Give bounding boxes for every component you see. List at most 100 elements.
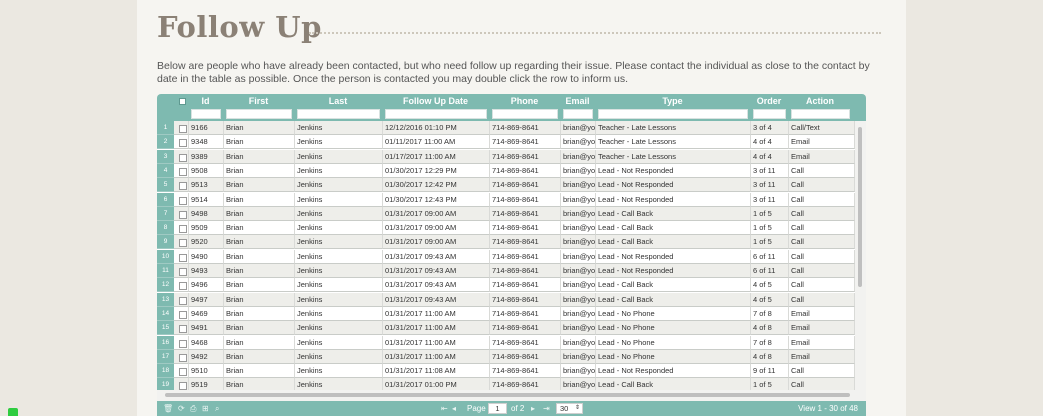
trash-icon[interactable]: 🗑	[163, 401, 173, 416]
row-number: 12	[157, 278, 174, 293]
row-checkbox[interactable]	[179, 182, 187, 191]
cell-first: Brian	[224, 292, 295, 307]
filter-first-input[interactable]	[226, 109, 292, 119]
cell-phone: 714-869-8641	[490, 335, 561, 350]
cell-type: Lead - No Phone	[596, 306, 751, 321]
table-row[interactable]: 6 9514 Brian Jenkins 01/30/2017 12:43 PM 714-…	[157, 192, 855, 207]
table-row[interactable]: 16 9468 Brian Jenkins 01/31/2017 11:00 AM 714…	[157, 335, 855, 350]
table-row[interactable]: 9 9520 Brian Jenkins 01/31/2017 09:00 AM 714-…	[157, 235, 855, 250]
first-page-icon[interactable]: ⇤	[441, 401, 448, 416]
column-header-order[interactable]: Order	[751, 94, 787, 108]
filter-order-input[interactable]	[753, 109, 786, 119]
row-checkbox[interactable]	[179, 210, 187, 219]
table-row[interactable]: 1 9166 Brian Jenkins 12/12/2016 01:10 PM 714-…	[157, 121, 855, 135]
row-checkbox[interactable]	[179, 282, 187, 291]
column-header-id[interactable]: Id	[189, 94, 222, 108]
row-checkbox[interactable]	[179, 225, 187, 234]
row-checkbox[interactable]	[179, 153, 187, 162]
cell-type: Lead - Call Back	[596, 292, 751, 307]
row-checkbox[interactable]	[179, 325, 187, 334]
table-row[interactable]: 7 9498 Brian Jenkins 01/31/2017 09:00 AM 714-…	[157, 206, 855, 221]
filter-phone-input[interactable]	[492, 109, 558, 119]
table-row[interactable]: 13 9497 Brian Jenkins 01/31/2017 09:43 AM 714…	[157, 292, 855, 307]
table-row[interactable]: 5 9513 Brian Jenkins 01/30/2017 12:42 PM 714-…	[157, 178, 855, 193]
row-checkbox[interactable]	[179, 196, 187, 205]
table-row[interactable]: 3 9389 Brian Jenkins 01/17/2017 11:00 AM 714-…	[157, 149, 855, 164]
row-checkbox[interactable]	[179, 139, 187, 148]
cell-id: 9496	[189, 278, 224, 293]
row-checkbox[interactable]	[179, 382, 187, 390]
column-header-first[interactable]: First	[224, 94, 293, 108]
table-row[interactable]: 10 9490 Brian Jenkins 01/31/2017 09:43 AM 714…	[157, 249, 855, 264]
filter-id-input[interactable]	[191, 109, 221, 119]
filter-action-input[interactable]	[791, 109, 850, 119]
column-header-type[interactable]: Type	[596, 94, 749, 108]
page-number-input[interactable]: 1	[488, 403, 507, 414]
column-header-last[interactable]: Last	[295, 94, 381, 108]
vertical-scrollbar[interactable]	[855, 121, 866, 390]
row-checkbox[interactable]	[179, 296, 187, 305]
chat-widget-button[interactable]	[8, 408, 18, 416]
column-header-action[interactable]: Action	[789, 94, 851, 108]
row-checkbox[interactable]	[179, 310, 187, 319]
row-checkbox[interactable]	[179, 253, 187, 262]
cell-follow-up-date: 01/17/2017 11:00 AM	[383, 149, 490, 164]
table-row[interactable]: 8 9509 Brian Jenkins 01/31/2017 09:00 AM 714-…	[157, 221, 855, 236]
filter-type-input[interactable]	[598, 109, 748, 119]
cell-email: brian@you	[561, 192, 596, 207]
cell-last: Jenkins	[295, 135, 383, 150]
cell-order: 4 of 5	[751, 278, 789, 293]
cell-id: 9348	[189, 135, 224, 150]
filter-email-input[interactable]	[563, 109, 593, 119]
cell-type: Lead - Call Back	[596, 206, 751, 221]
table-row[interactable]: 12 9496 Brian Jenkins 01/31/2017 09:43 AM 714…	[157, 278, 855, 293]
table-row[interactable]: 11 9493 Brian Jenkins 01/31/2017 09:43 AM 714…	[157, 264, 855, 278]
table-row[interactable]: 14 9469 Brian Jenkins 01/31/2017 11:00 AM 714…	[157, 306, 855, 321]
column-header-phone[interactable]: Phone	[490, 94, 559, 108]
page-size-select[interactable]: 30 ⇕	[556, 403, 583, 414]
cell-action: Email	[789, 135, 855, 150]
cell-phone: 714-869-8641	[490, 378, 561, 390]
row-number: 13	[157, 292, 174, 307]
page-margin-left	[0, 0, 137, 416]
row-checkbox[interactable]	[179, 125, 187, 133]
horizontal-scroll-thumb[interactable]	[165, 393, 850, 397]
refresh-icon[interactable]: ⟳	[178, 401, 185, 416]
cell-email: brian@you	[561, 149, 596, 164]
cell-phone: 714-869-8641	[490, 364, 561, 379]
column-chooser-icon[interactable]: ⊞	[202, 401, 209, 416]
row-checkbox[interactable]	[179, 239, 187, 248]
filter-date-input[interactable]	[385, 109, 487, 119]
cell-phone: 714-869-8641	[490, 178, 561, 193]
vertical-scroll-thumb[interactable]	[858, 127, 862, 287]
row-checkbox[interactable]	[179, 353, 187, 362]
select-all-checkbox[interactable]	[179, 98, 186, 105]
cell-order: 3 of 11	[751, 192, 789, 207]
last-page-icon[interactable]: ⇥	[543, 401, 550, 416]
cell-first: Brian	[224, 221, 295, 236]
filter-last-input[interactable]	[297, 109, 380, 119]
table-row[interactable]: 18 9510 Brian Jenkins 01/31/2017 11:08 AM 714…	[157, 364, 855, 379]
table-row[interactable]: 2 9348 Brian Jenkins 01/11/2017 11:00 AM 714-…	[157, 135, 855, 150]
search-icon[interactable]: ⌕	[215, 401, 219, 416]
table-row[interactable]: 4 9508 Brian Jenkins 01/30/2017 12:29 PM 714-…	[157, 163, 855, 178]
cell-id: 9491	[189, 321, 224, 336]
table-row[interactable]: 15 9491 Brian Jenkins 01/31/2017 11:00 AM 714…	[157, 321, 855, 336]
column-header-email[interactable]: Email	[561, 94, 594, 108]
row-checkbox[interactable]	[179, 339, 187, 348]
horizontal-scrollbar[interactable]	[157, 390, 866, 401]
row-checkbox-cell	[174, 321, 189, 336]
row-number: 14	[157, 306, 174, 321]
cell-order: 1 of 5	[751, 235, 789, 250]
table-row[interactable]: 17 9492 Brian Jenkins 01/31/2017 11:00 AM 714…	[157, 349, 855, 364]
cell-follow-up-date: 01/31/2017 11:00 AM	[383, 306, 490, 321]
row-checkbox[interactable]	[179, 368, 187, 377]
next-page-icon[interactable]: ▸	[531, 401, 535, 416]
print-icon[interactable]: ⎙	[190, 401, 196, 416]
cell-first: Brian	[224, 335, 295, 350]
row-checkbox[interactable]	[179, 268, 187, 276]
column-header-follow-up-date[interactable]: Follow Up Date	[383, 94, 488, 108]
row-checkbox[interactable]	[179, 167, 187, 176]
table-row[interactable]: 19 9519 Brian Jenkins 01/31/2017 01:00 PM 714…	[157, 378, 855, 390]
prev-page-icon[interactable]: ◂	[452, 401, 456, 416]
